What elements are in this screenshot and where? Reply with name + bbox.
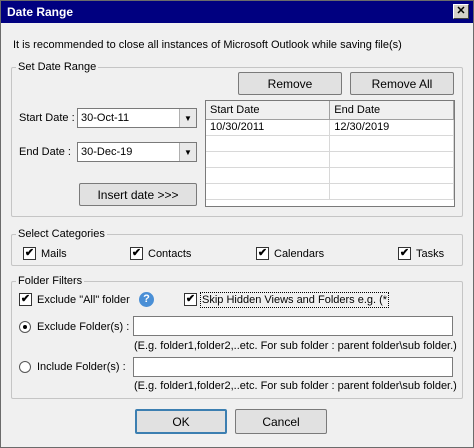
window-title: Date Range: [7, 5, 74, 19]
calendars-checkbox[interactable]: ✔: [256, 247, 269, 260]
contacts-checkbox[interactable]: ✔: [130, 247, 143, 260]
contacts-label: Contacts: [148, 248, 192, 260]
exclude-folders-input[interactable]: [133, 316, 453, 336]
folder-filters-legend: Folder Filters: [18, 275, 83, 287]
end-date-label: End Date :: [19, 146, 71, 158]
categories-group: Select Categories: [11, 228, 463, 266]
chevron-down-icon[interactable]: ▼: [179, 109, 196, 127]
include-folders-hint: (E.g. folder1,folder2,..etc. For sub fol…: [134, 380, 457, 392]
insert-date-button[interactable]: Insert date >>>: [79, 183, 197, 206]
tasks-checkbox[interactable]: ✔: [398, 247, 411, 260]
categories-legend: Select Categories: [18, 228, 105, 240]
remove-button[interactable]: Remove: [238, 72, 342, 95]
start-date-value: 30-Oct-11: [81, 112, 130, 124]
column-header-start-date[interactable]: Start Date: [206, 101, 331, 120]
exclude-folders-label: Exclude Folder(s) :: [37, 321, 130, 333]
mails-checkbox[interactable]: ✔: [23, 247, 36, 260]
empty-row: [206, 167, 454, 184]
cancel-button[interactable]: Cancel: [235, 409, 327, 434]
date-range-dialog: Date Range ✕ It is recommended to close …: [0, 0, 474, 448]
date-range-table[interactable]: Start Date End Date 10/30/2011 12/30/201…: [205, 100, 455, 207]
title-bar: Date Range ✕: [1, 1, 473, 23]
date-range-legend: Set Date Range: [18, 61, 97, 73]
calendars-label: Calendars: [274, 248, 325, 260]
help-icon[interactable]: ?: [139, 292, 154, 307]
empty-row: [206, 151, 454, 168]
empty-row: [206, 183, 454, 200]
table-cell-end: 12/30/2019: [329, 119, 454, 136]
exclude-all-folder-checkbox[interactable]: ✔: [19, 293, 32, 306]
remove-all-button[interactable]: Remove All: [350, 72, 454, 95]
exclude-folders-radio[interactable]: [19, 321, 31, 333]
tasks-label: Tasks: [416, 248, 445, 260]
outlook-warning-text: It is recommended to close all instances…: [13, 39, 402, 51]
close-button[interactable]: ✕: [453, 4, 469, 19]
start-date-picker[interactable]: 30-Oct-11 ▼: [77, 108, 197, 128]
empty-row: [206, 135, 454, 152]
end-date-picker[interactable]: 30-Dec-19 ▼: [77, 142, 197, 162]
exclude-all-folder-label: Exclude "All" folder: [37, 294, 130, 306]
include-folders-radio[interactable]: [19, 361, 31, 373]
include-folders-label: Include Folder(s) :: [37, 361, 126, 373]
mails-label: Mails: [41, 248, 67, 260]
skip-hidden-views-label: Skip Hidden Views and Folders e.g. (*: [199, 292, 390, 308]
exclude-folders-hint: (E.g. folder1,folder2,..etc. For sub fol…: [134, 340, 457, 352]
column-header-end-date[interactable]: End Date: [329, 101, 454, 120]
table-cell-start: 10/30/2011: [206, 119, 331, 136]
end-date-value: 30-Dec-19: [81, 146, 133, 158]
start-date-label: Start Date :: [19, 112, 75, 124]
ok-button[interactable]: OK: [135, 409, 227, 434]
table-row[interactable]: 10/30/2011 12/30/2019: [206, 119, 454, 136]
chevron-down-icon[interactable]: ▼: [179, 143, 196, 161]
include-folders-input[interactable]: [133, 357, 453, 377]
skip-hidden-views-checkbox[interactable]: ✔: [184, 293, 197, 306]
